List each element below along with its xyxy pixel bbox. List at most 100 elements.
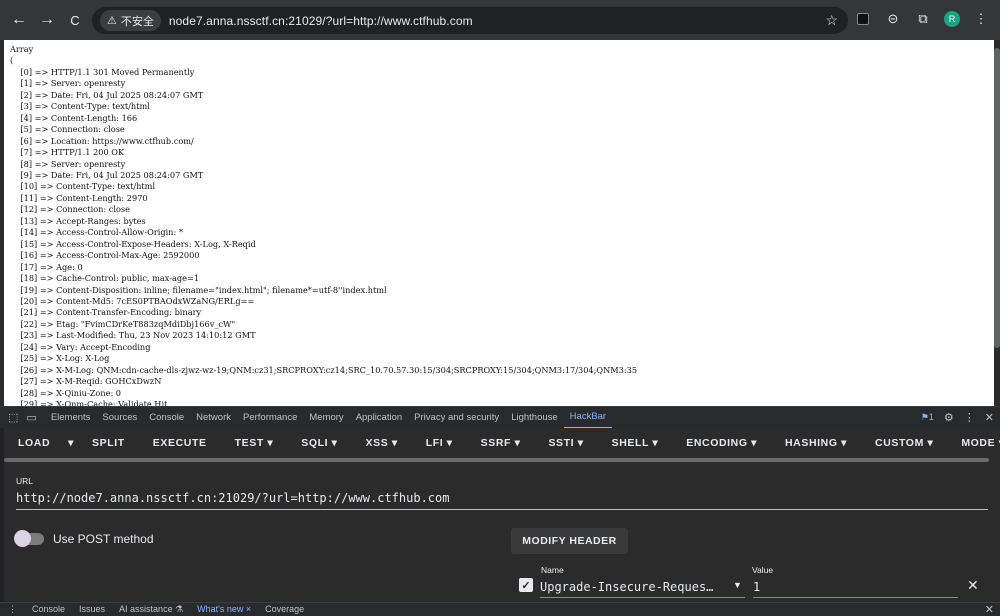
response-line: [9] => Date: Fri, 04 Jul 2025 08:24:07 G…	[10, 169, 204, 180]
bookmark-star-icon[interactable]: ☆	[825, 12, 838, 29]
header-enabled-checkbox[interactable]: ✓	[519, 578, 533, 592]
response-line: [0] => HTTP/1.1 301 Moved Permanently	[10, 66, 195, 77]
response-line: [24] => Vary: Accept-Encoding	[10, 341, 151, 352]
response-line: [12] => Connection: close	[10, 204, 130, 215]
hackbar-menu-item[interactable]: SHELL ▾	[598, 437, 673, 449]
tab-elements[interactable]: Elements	[45, 407, 97, 429]
remove-header-close-icon[interactable]: ✕	[967, 577, 979, 594]
hackbar-menu-item[interactable]: SSRF ▾	[467, 437, 535, 449]
block-icon[interactable]: ⊝	[884, 10, 902, 28]
drawer-tab[interactable]: What's new ×	[190, 604, 258, 615]
drawer-tab[interactable]: AI assistance ⚗	[112, 604, 190, 615]
hackbar-menu-item[interactable]: HASHING ▾	[771, 437, 861, 449]
header-value-input[interactable]: 1	[753, 580, 760, 594]
response-line: [19] => Content-Disposition: inline; fil…	[10, 284, 387, 295]
page-content: Array( [0] => HTTP/1.1 301 Moved Permane…	[4, 40, 996, 406]
tab-sources[interactable]: Sources	[96, 407, 143, 429]
messages-count: 1	[928, 412, 934, 422]
response-line: [7] => HTTP/1.1 200 OK	[10, 147, 125, 158]
hackbar-menu-item[interactable]: CUSTOM ▾	[861, 437, 947, 449]
response-line: [20] => Content-Md5: 7cES0PTBAOdxWZaNG/E…	[10, 295, 255, 306]
tab-memory[interactable]: Memory	[303, 407, 349, 429]
response-line: [21] => Content-Transfer-Encoding: binar…	[10, 307, 202, 318]
modify-header-button[interactable]: MODIFY HEADER	[511, 528, 628, 554]
toolbar-actions: ⊝ ⧉ R ⋮	[854, 10, 990, 28]
hackbar-menu-item[interactable]: SPLIT	[78, 437, 139, 449]
response-line: [25] => X-Log: X-Log	[10, 353, 110, 364]
address-text[interactable]: node7.anna.nssctf.cn:21029/?url=http://w…	[169, 14, 473, 28]
hackbar-menu-item[interactable]: ENCODING ▾	[672, 437, 771, 449]
address-bar[interactable]: ⚠ 不安全 node7.anna.nssctf.cn:21029/?url=ht…	[92, 7, 848, 34]
post-method-toggle-knob[interactable]	[14, 530, 31, 547]
tab-lighthouse[interactable]: Lighthouse	[505, 407, 563, 429]
tab-hackbar[interactable]: HackBar	[563, 407, 613, 429]
hackbar-menu-item[interactable]: SQLI ▾	[287, 437, 351, 449]
devtools-close-icon[interactable]: ✕	[985, 411, 994, 424]
response-output: Array( [0] => HTTP/1.1 301 Moved Permane…	[4, 40, 996, 406]
url-input-underline	[16, 509, 988, 510]
avatar[interactable]: R	[944, 11, 960, 27]
response-line: [11] => Content-Length: 2970	[10, 192, 148, 203]
response-line: [18] => Cache-Control: public, max-age=1	[10, 273, 200, 284]
response-line: [22] => Etag: "FvimCDrKeT883zqMdiDbj166v…	[10, 318, 236, 329]
response-line: [26] => X-M-Log: QNM:cdn-cache-dls-zjwz-…	[10, 364, 638, 375]
security-chip[interactable]: ⚠ 不安全	[100, 10, 161, 31]
response-line: [10] => Content-Type: text/html	[10, 181, 156, 192]
hackbar-menu-item[interactable]: LFI ▾	[412, 437, 467, 449]
header-value-label: Value	[752, 565, 774, 575]
tab-performance[interactable]: Performance	[237, 407, 303, 429]
response-line: [28] => X-Qiniu-Zone: 0	[10, 387, 122, 398]
tab-application[interactable]: Application	[350, 407, 408, 429]
hackbar-menu-item[interactable]: MODE ▾	[947, 437, 1000, 449]
response-line: [8] => Server: openresty	[10, 158, 126, 169]
hackbar-menu-item[interactable]: EXECUTE	[139, 437, 221, 449]
response-line: [5] => Connection: close	[10, 124, 125, 135]
messages-badge[interactable]: ⚑1	[921, 412, 934, 423]
hackbar-menu-item[interactable]: LOAD	[4, 437, 64, 449]
settings-gear-icon[interactable]: ⚙	[944, 411, 954, 424]
tab-console[interactable]: Console	[143, 407, 190, 429]
response-line: [13] => Accept-Ranges: bytes	[10, 215, 146, 226]
drawer-tab[interactable]: Issues	[72, 604, 112, 615]
response-line: [29] => X-Qnm-Cache: Validate,Hit	[10, 399, 168, 406]
hackbar-menu-item[interactable]: ▾	[64, 437, 78, 449]
extension-icon[interactable]	[854, 10, 872, 28]
puzzle-extensions-icon[interactable]: ⧉	[914, 10, 932, 28]
response-line: [6] => Location: https://www.ctfhub.com/	[10, 135, 194, 146]
drawer-tab[interactable]: Coverage	[258, 604, 311, 615]
hackbar-menu-item[interactable]: XSS ▾	[352, 437, 412, 449]
response-line: [16] => Access-Control-Max-Age: 2592000	[10, 250, 200, 261]
url-input[interactable]: http://node7.anna.nssctf.cn:21029/?url=h…	[16, 491, 449, 505]
hackbar-menu: LOAD ▾ SPLIT EXECUTE TEST ▾ SQLI ▾ XSS ▾ LFI ▾ S…	[4, 428, 1000, 458]
chevron-down-icon[interactable]: ▼	[733, 580, 742, 590]
devtools-tabbar: ⬚ ▭ Elements Sources Console Network Perform…	[0, 406, 1000, 429]
security-label: 不安全	[120, 15, 154, 28]
drawer-close-icon[interactable]: ✕	[985, 603, 994, 616]
device-toolbar-icon[interactable]: ▭	[26, 411, 36, 424]
response-line: [4] => Content-Length: 166	[10, 112, 138, 123]
browser-menu-icon[interactable]: ⋮	[972, 10, 990, 28]
response-line: [27] => X-M-Reqid: GOHCxDwzN	[10, 376, 162, 387]
tab-privacy-and-security[interactable]: Privacy and security	[408, 407, 505, 429]
back-icon[interactable]: ←	[8, 9, 30, 31]
devtools-menu-icon[interactable]: ⋮	[964, 411, 975, 424]
post-method-label: Use POST method	[53, 532, 154, 546]
forward-icon[interactable]: →	[36, 9, 58, 31]
inspect-element-icon[interactable]: ⬚	[8, 411, 18, 424]
response-line: [2] => Date: Fri, 04 Jul 2025 08:24:07 G…	[10, 89, 204, 100]
url-label: URL	[16, 476, 34, 486]
response-line: Array	[10, 44, 34, 54]
reload-icon[interactable]: C	[64, 9, 86, 31]
response-line: [17] => Age: 0	[10, 261, 83, 272]
page-scrollbar-thumb[interactable]	[994, 48, 1000, 348]
header-name-select[interactable]: Upgrade-Insecure-Reques…	[540, 580, 713, 594]
drawer-menu-icon[interactable]: ⋮	[0, 604, 25, 615]
warning-icon: ⚠	[107, 15, 117, 27]
tab-network[interactable]: Network	[190, 407, 237, 429]
drawer-tab[interactable]: Console	[25, 604, 72, 615]
header-name-underline	[540, 597, 745, 598]
hackbar-menu-item[interactable]: SSTI ▾	[534, 437, 597, 449]
response-line: [23] => Last-Modified: Thu, 23 Nov 2023 …	[10, 330, 256, 341]
header-value-underline	[753, 597, 958, 598]
hackbar-menu-item[interactable]: TEST ▾	[221, 437, 288, 449]
